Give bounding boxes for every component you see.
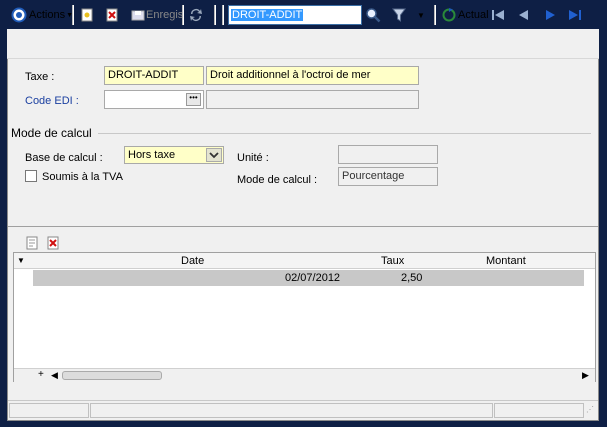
column-header-date[interactable]: Date <box>181 255 204 267</box>
next-record-button[interactable] <box>542 4 558 26</box>
toolbar <box>7 29 599 59</box>
column-header-montant[interactable]: Montant <box>486 255 526 267</box>
toolbar-separator <box>182 5 183 25</box>
previous-icon <box>516 7 532 23</box>
save-label: Enregis <box>146 9 184 21</box>
taxe-description-field[interactable]: Droit additionnel à l'octroi de mer <box>206 66 419 85</box>
row-selector-icon[interactable]: ▼ <box>17 256 25 265</box>
resize-grip-icon[interactable]: ⋰ <box>586 405 594 414</box>
rates-grid[interactable]: ▼ Date Taux Montant 02/07/2012 2,50 + ◀ … <box>13 252 596 382</box>
grid-new-button[interactable] <box>24 232 40 254</box>
mode-calcul-label: Mode de calcul : <box>237 174 318 186</box>
sync-icon <box>188 7 204 23</box>
section-title-mode-calcul: Mode de calcul <box>11 126 92 140</box>
first-record-button[interactable] <box>490 4 506 26</box>
taxe-label: Taxe : <box>25 71 55 83</box>
expand-plus-icon[interactable]: + <box>38 369 44 380</box>
column-header-taux[interactable]: Taux <box>381 255 404 267</box>
filter-button[interactable] <box>391 4 407 26</box>
grid-delete-button[interactable] <box>45 232 61 254</box>
section-divider <box>98 133 591 134</box>
chevron-down-icon <box>209 152 219 159</box>
scroll-left-icon[interactable]: ◀ <box>51 370 58 381</box>
toolbar-separator <box>222 5 223 25</box>
search-input-value: DROIT-ADDIT <box>231 9 304 21</box>
scroll-right-icon[interactable]: ▶ <box>582 370 589 381</box>
chevron-down-icon: ▼ <box>417 10 425 20</box>
refresh-icon <box>441 7 457 23</box>
status-cell <box>494 403 584 418</box>
search-button[interactable] <box>365 4 381 26</box>
new-document-icon <box>79 7 95 23</box>
sync-button[interactable] <box>188 4 204 26</box>
last-icon <box>567 7 583 23</box>
code-edi-browse-button[interactable]: ••• <box>186 93 201 106</box>
ellipsis-icon: ••• <box>189 93 198 102</box>
delete-icon <box>104 7 120 23</box>
next-icon <box>542 7 558 23</box>
toolbar-separator <box>434 5 435 25</box>
filter-icon <box>391 7 407 23</box>
save-icon <box>130 7 146 23</box>
table-row[interactable]: 02/07/2012 2,50 <box>33 270 584 286</box>
refresh-label: Actual <box>458 9 489 21</box>
unite-field <box>338 145 438 164</box>
horizontal-scrollbar[interactable]: + ◀ ▶ <box>14 368 595 382</box>
search-input[interactable]: DROIT-ADDIT <box>228 5 362 25</box>
toolbar-separator <box>72 5 73 25</box>
tva-checkbox[interactable] <box>25 170 37 182</box>
last-record-button[interactable] <box>567 4 583 26</box>
refresh-button[interactable]: Actual <box>441 4 489 26</box>
code-edi-label[interactable]: Code EDI : <box>25 95 79 107</box>
actions-button[interactable]: Actions ▼ <box>11 4 73 26</box>
code-edi-description-field <box>206 90 419 109</box>
new-button[interactable] <box>79 4 95 26</box>
save-button[interactable]: Enregis <box>130 4 183 26</box>
search-icon <box>365 7 381 23</box>
base-calcul-value: Hors taxe <box>128 149 176 161</box>
base-calcul-label: Base de calcul : <box>25 152 103 164</box>
cell-taux: 2,50 <box>401 272 423 284</box>
delete-row-icon <box>45 235 61 251</box>
grid-header: ▼ Date Taux Montant <box>14 253 595 269</box>
taxe-code-field[interactable]: DROIT-ADDIT <box>104 66 204 85</box>
filter-dropdown-button[interactable]: ▼ <box>417 4 425 26</box>
unite-label: Unité : <box>237 152 269 164</box>
actions-label: Actions <box>29 9 66 21</box>
scrollbar-thumb[interactable] <box>62 371 162 380</box>
first-icon <box>490 7 506 23</box>
mode-calcul-field: Pourcentage <box>338 167 438 186</box>
status-bar: ⋰ <box>8 400 598 419</box>
cell-date: 02/07/2012 <box>285 272 341 284</box>
base-calcul-dropdown-button[interactable] <box>206 148 222 162</box>
new-row-icon <box>24 235 40 251</box>
delete-button[interactable] <box>104 4 120 26</box>
status-cell <box>9 403 89 418</box>
actions-circle-icon <box>11 7 27 23</box>
toolbar-separator <box>214 5 215 25</box>
tva-label: Soumis à la TVA <box>42 171 123 183</box>
previous-record-button[interactable] <box>516 4 532 26</box>
status-cell <box>90 403 493 418</box>
